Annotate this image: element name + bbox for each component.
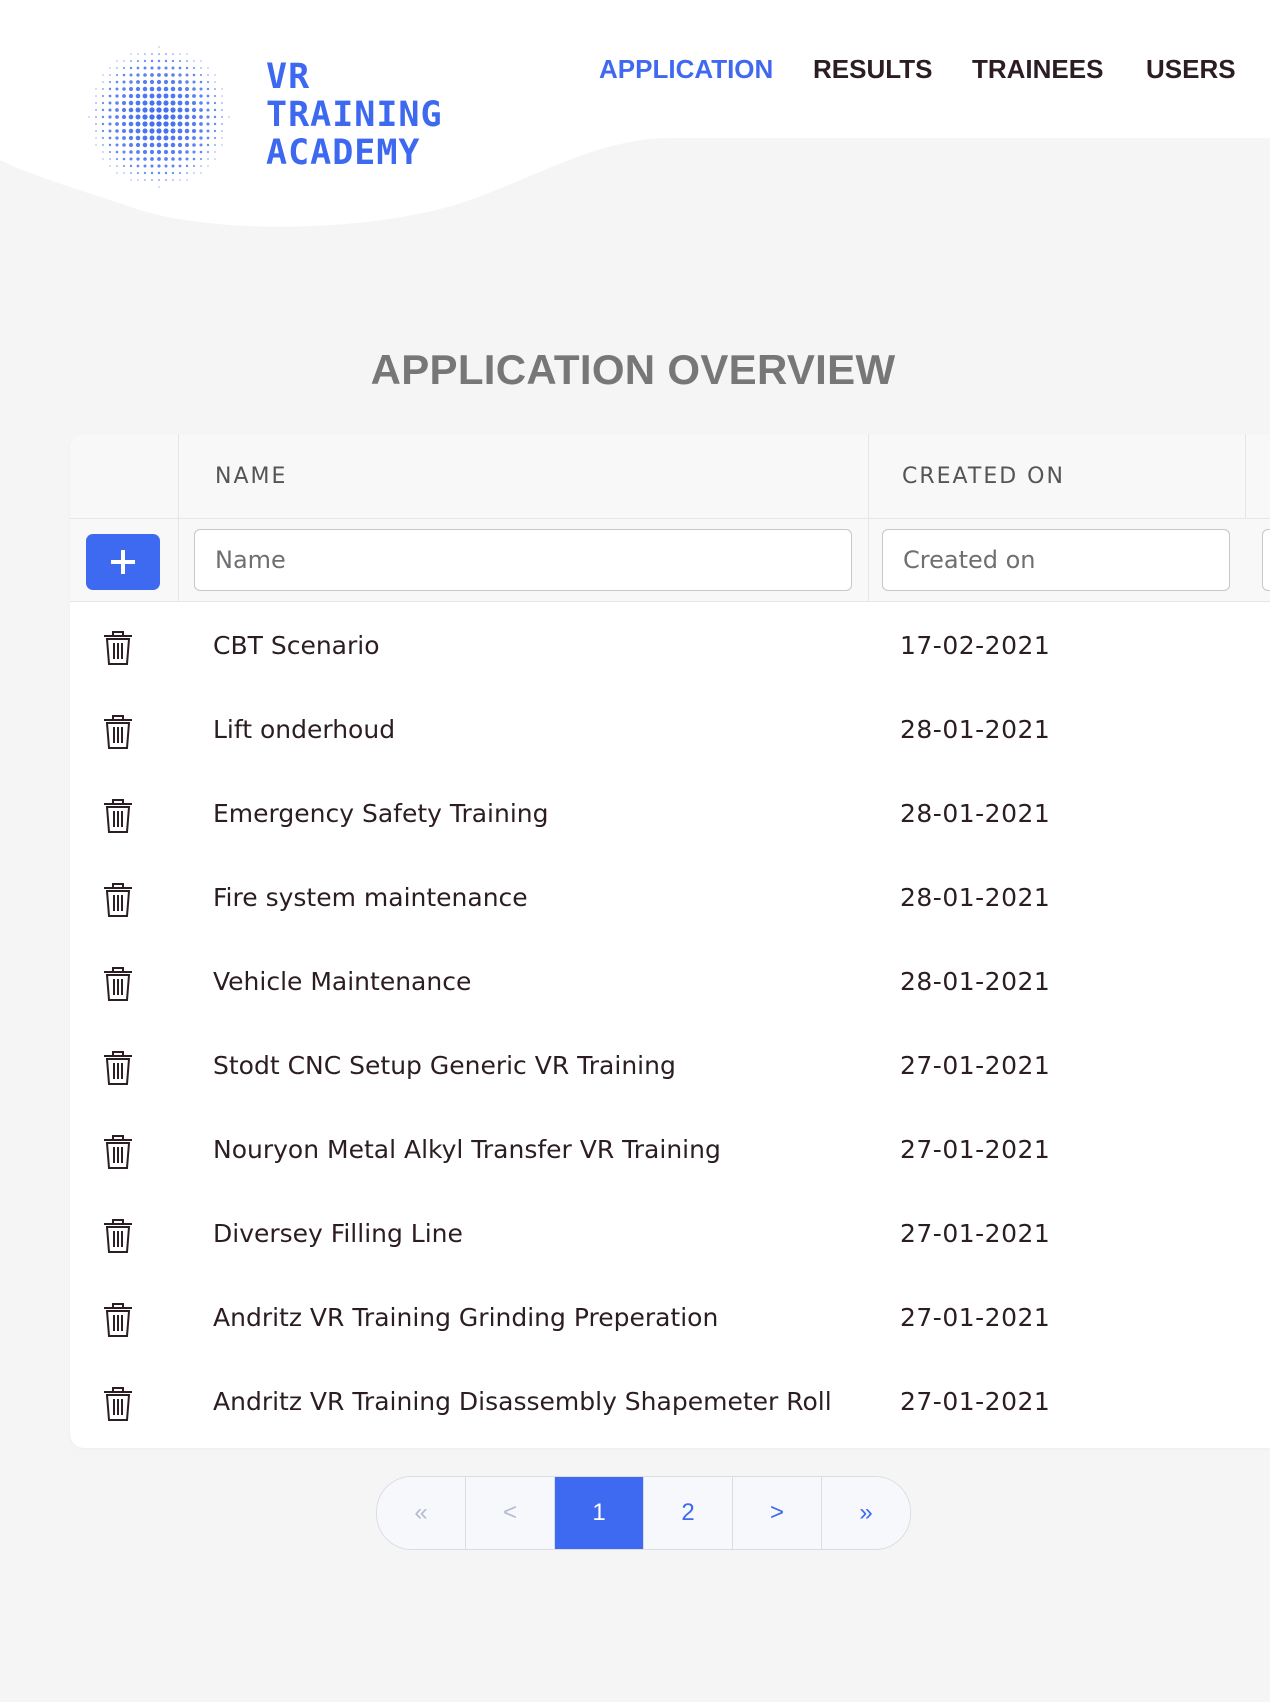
table-row[interactable]: Nouryon Metal Alkyl Transfer VR Training… (70, 1109, 1270, 1193)
nav-users[interactable]: USERS (1146, 54, 1236, 85)
name-filter-input[interactable] (194, 529, 852, 591)
trash-icon[interactable] (102, 714, 134, 754)
row-name: Fire system maintenance (213, 883, 528, 912)
column-header-created-on[interactable]: CREATED ON (902, 464, 1065, 489)
table-row[interactable]: Lift onderhoud 28-01-2021 (70, 689, 1270, 773)
main-nav: APPLICATION RESULTS TRAINEES USERS (0, 54, 1270, 94)
row-created-on: 27-01-2021 (900, 1303, 1051, 1332)
trash-icon[interactable] (102, 1302, 134, 1342)
applications-table: NAME CREATED ON CBT Scenario 17-02-2021 Li… (70, 434, 1270, 1448)
table-row[interactable]: Vehicle Maintenance 28-01-2021 (70, 941, 1270, 1025)
row-name: Lift onderhoud (213, 715, 396, 744)
nav-trainees[interactable]: TRAINEES (972, 54, 1103, 85)
trash-icon[interactable] (102, 1134, 134, 1174)
row-name: Diversey Filling Line (213, 1219, 463, 1248)
brand-line-3: ACADEMY (266, 133, 421, 173)
column-divider (1245, 434, 1246, 518)
page-title: APPLICATION OVERVIEW (370, 346, 896, 393)
row-name: Emergency Safety Training (213, 799, 549, 828)
table-row[interactable]: Diversey Filling Line 27-01-2021 (70, 1193, 1270, 1277)
table-row[interactable]: Andritz VR Training Disassembly Shapemet… (70, 1361, 1270, 1445)
row-created-on: 17-02-2021 (900, 631, 1051, 660)
trash-icon[interactable] (102, 882, 134, 922)
trash-icon[interactable] (102, 966, 134, 1006)
page-button-2[interactable]: 2 (643, 1477, 732, 1549)
row-name: Vehicle Maintenance (213, 967, 472, 996)
created-on-filter-input[interactable] (882, 529, 1230, 591)
column-divider (868, 434, 869, 601)
previous-page-button[interactable]: < (465, 1477, 554, 1549)
next-page-button[interactable]: > (732, 1477, 821, 1549)
row-name: Nouryon Metal Alkyl Transfer VR Training (213, 1135, 721, 1164)
row-name: Andritz VR Training Disassembly Shapemet… (213, 1387, 832, 1416)
row-created-on: 28-01-2021 (900, 967, 1051, 996)
row-created-on: 27-01-2021 (900, 1135, 1051, 1164)
nav-results[interactable]: RESULTS (813, 54, 932, 85)
column-header-name[interactable]: NAME (215, 464, 287, 489)
row-created-on: 28-01-2021 (900, 715, 1051, 744)
row-created-on: 27-01-2021 (900, 1387, 1051, 1416)
brand-line-2: TRAINING (266, 95, 443, 135)
row-name: Stodt CNC Setup Generic VR Training (213, 1051, 676, 1080)
row-created-on: 27-01-2021 (900, 1219, 1051, 1248)
column-divider (178, 434, 179, 601)
first-page-button[interactable]: « (377, 1477, 465, 1549)
row-created-on: 28-01-2021 (900, 883, 1051, 912)
row-created-on: 27-01-2021 (900, 1051, 1051, 1080)
row-name: Andritz VR Training Grinding Preperation (213, 1303, 719, 1332)
trash-icon[interactable] (102, 798, 134, 838)
table-row[interactable]: Fire system maintenance 28-01-2021 (70, 857, 1270, 941)
table-row[interactable]: Andritz VR Training Grinding Preperation… (70, 1277, 1270, 1361)
row-name: CBT Scenario (213, 631, 380, 660)
table-row[interactable]: CBT Scenario 17-02-2021 (70, 605, 1270, 689)
pagination: « < 1 2 > » (376, 1476, 911, 1550)
trash-icon[interactable] (102, 1386, 134, 1426)
add-application-button[interactable] (86, 534, 160, 590)
page-button-1[interactable]: 1 (554, 1477, 643, 1549)
nav-application[interactable]: APPLICATION (599, 54, 773, 85)
trash-icon[interactable] (102, 630, 134, 670)
trash-icon[interactable] (102, 1050, 134, 1090)
last-page-button[interactable]: » (821, 1477, 910, 1549)
plus-icon (111, 550, 135, 574)
table-row[interactable]: Stodt CNC Setup Generic VR Training 27-01… (70, 1025, 1270, 1109)
row-created-on: 28-01-2021 (900, 799, 1051, 828)
extra-filter-input[interactable] (1262, 529, 1270, 591)
table-row[interactable]: Emergency Safety Training 28-01-2021 (70, 773, 1270, 857)
trash-icon[interactable] (102, 1218, 134, 1258)
